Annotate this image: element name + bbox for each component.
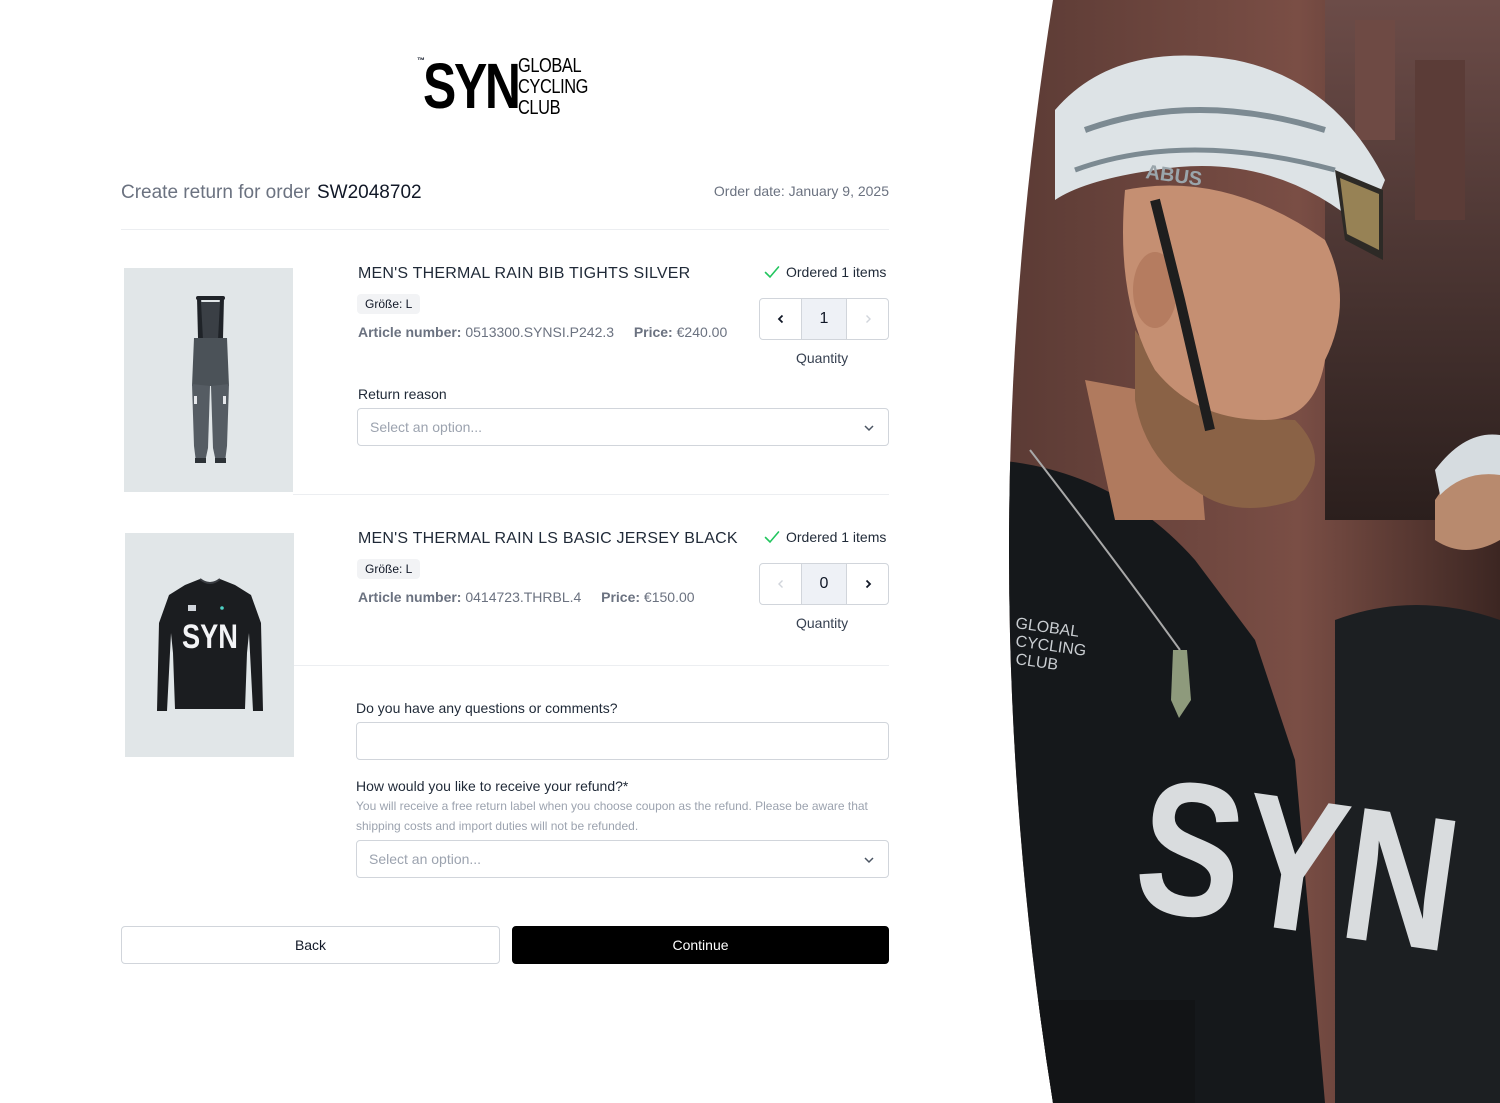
decrement-button[interactable] [760,564,801,604]
return-reason-select[interactable]: Select an option... [357,408,889,446]
ordered-count: Ordered 1 items [764,529,886,545]
chevron-down-icon [864,857,874,864]
quantity-value[interactable]: 0 [801,564,847,604]
continue-button[interactable]: Continue [512,926,889,964]
refund-label: How would you like to receive your refun… [356,778,629,794]
article-number-value: 0414723.THRBL.4 [465,589,582,605]
page-title: Create return for order [121,182,311,203]
refund-helper-text: You will receive a free return label whe… [356,799,868,833]
bib-tights-illustration [192,296,229,463]
ordered-count: Ordered 1 items [764,264,886,280]
refund-method-select[interactable]: Select an option... [356,840,889,878]
article-number-label: Article number: [358,589,462,605]
quantity-label: Quantity [796,615,849,631]
chevron-left-icon [777,580,783,588]
return-reason-placeholder: Select an option... [370,419,483,435]
logo-subtitle: GLOBAL CYCLING CLUB [518,56,588,119]
price-value: €150.00 [643,589,695,605]
size-badge: Größe: L [357,294,421,314]
logo-line-club: CLUB [518,97,561,119]
item-title: MEN'S THERMAL RAIN LS BASIC JERSEY BLACK [358,530,738,547]
jersey-syn-print: SYN [182,617,238,656]
item-meta: Article number: 0513300.SYNSI.P242.3 Pri… [358,324,727,340]
comments-label: Do you have any questions or comments? [356,700,618,716]
order-header: Create return for order SW2048702 Order … [121,180,889,208]
chevron-left-icon [777,314,783,324]
order-number: SW2048702 [317,182,422,203]
comments-input[interactable] [356,722,889,760]
check-icon [764,531,780,544]
product-image-bib-tights [124,268,293,492]
decrement-button[interactable] [760,299,801,339]
cyclist-photo: ABUS GLOBAL CYCLING CLUB SYN [1009,0,1500,1103]
hero-photo-cyclist: ABUS GLOBAL CYCLING CLUB SYN [995,0,1500,1103]
quantity-stepper[interactable]: 1 [759,298,889,340]
item-meta: Article number: 0414723.THRBL.4 Price: €… [358,589,695,605]
return-reason-label: Return reason [358,386,447,402]
quantity-value[interactable]: 1 [801,299,847,339]
quantity-label: Quantity [796,350,849,366]
logo-line-cycling: CYCLING [518,76,589,98]
price-value: €240.00 [676,324,728,340]
chevron-right-icon [865,315,871,323]
article-number-label: Article number: [358,324,462,340]
chevron-down-icon [864,425,874,432]
price-label: Price: [633,324,673,340]
jersey-illustration: SYN [157,578,263,711]
quantity-stepper[interactable]: 0 [759,563,889,605]
logo-syn: SYN [423,50,521,122]
chevron-right-icon [865,579,871,589]
brand-logo: ™ SYN GLOBAL CYCLING CLUB [417,50,597,122]
size-badge: Größe: L [357,559,421,579]
ordered-text: Ordered 1 items [786,529,887,545]
order-date: Order date: January 9, 2025 [713,183,889,199]
increment-button[interactable] [847,299,888,339]
price-label: Price: [601,589,641,605]
back-button[interactable]: Back [121,926,500,964]
check-icon [764,266,780,279]
refund-method-placeholder: Select an option... [369,851,482,867]
item-title: MEN'S THERMAL RAIN BIB TIGHTS SILVER [358,265,691,282]
product-image-jersey: SYN [125,533,294,757]
item-divider [293,494,889,495]
increment-button[interactable] [847,564,888,604]
article-number-value: 0513300.SYNSI.P242.3 [465,324,615,340]
logo-line-global: GLOBAL [518,55,582,77]
item-divider [294,665,889,666]
ordered-text: Ordered 1 items [786,264,887,280]
shirt-print-syn: SYN [1125,737,1472,992]
header-divider [121,229,889,230]
